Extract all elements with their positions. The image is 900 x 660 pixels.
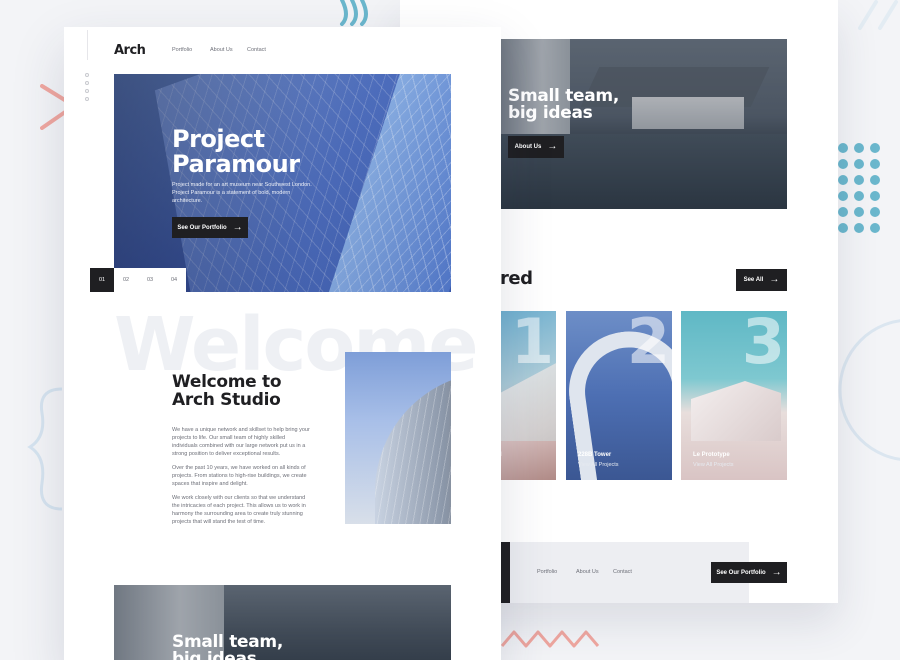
team-heading: Small team, big ideas (508, 88, 648, 122)
nav-link-contact[interactable]: Contact (247, 47, 266, 53)
welcome-image (345, 352, 451, 524)
decorative-blue-arcs (340, 0, 368, 26)
nav-link-portfolio[interactable]: Portfolio (172, 47, 192, 53)
welcome-heading-line2: Arch Studio (172, 390, 281, 410)
welcome-paragraph-2: Over the past 10 years, we have worked o… (172, 465, 307, 487)
social-icon[interactable] (85, 89, 89, 93)
card-link[interactable]: View All Projects (578, 462, 619, 468)
arrow-right-icon: → (771, 566, 782, 578)
featured-card-3[interactable]: 3 Le Prototype View All Projects (681, 311, 787, 480)
card-number: 3 (741, 311, 785, 378)
card-link[interactable]: View All Projects (693, 462, 734, 468)
footer-link-portfolio[interactable]: Portfolio (537, 569, 557, 575)
hero-title-line1: Project (172, 125, 265, 153)
team-hero-image (500, 39, 787, 209)
slider-pagination: 01 02 03 04 (90, 268, 186, 292)
slide-tab-4[interactable]: 04 (162, 268, 186, 292)
welcome-heading-line1: Welcome to (172, 372, 282, 392)
decorative-pink-zigzag (500, 630, 600, 648)
logo[interactable]: Arch (114, 43, 146, 58)
header-divider (87, 30, 88, 60)
footer-link-about[interactable]: About Us (576, 569, 599, 575)
slide-tab-1[interactable]: 01 (90, 268, 114, 292)
footer-accent-bar (500, 542, 510, 603)
see-portfolio-button[interactable]: See Our Portfolio → (172, 217, 248, 238)
hero-description: Project made for an art museum near Sout… (172, 182, 312, 204)
bottom-team-heading: Small team, big ideas (172, 634, 342, 660)
social-icon[interactable] (85, 81, 89, 85)
see-all-button-label: See All (743, 277, 764, 283)
footer-link-contact[interactable]: Contact (613, 569, 632, 575)
about-us-button[interactable]: About Us → (508, 136, 564, 158)
hero-title: Project Paramour (172, 127, 342, 177)
card-number: 2 (626, 311, 670, 378)
slide-tab-2[interactable]: 02 (114, 268, 138, 292)
card-name: 228B Tower (578, 452, 612, 458)
bottom-team-heading-line2: big ideas (172, 649, 257, 660)
arrow-right-icon: → (232, 221, 243, 233)
social-icon[interactable] (85, 97, 89, 101)
welcome-paragraph-1: We have a unique network and skillset to… (172, 427, 310, 457)
team-heading-line2: big ideas (508, 103, 593, 123)
decorative-dot-grid (838, 143, 880, 233)
arrow-right-icon: → (769, 274, 780, 285)
about-us-button-label: About Us (514, 144, 542, 150)
footer-portfolio-button-label: See Our Portfolio (716, 569, 766, 576)
featured-heading: red (500, 268, 533, 289)
featured-card-1[interactable]: 1 d (500, 311, 556, 480)
slide-tab-3[interactable]: 03 (138, 268, 162, 292)
decorative-brace-outline (27, 387, 63, 511)
social-icon[interactable] (85, 73, 89, 77)
see-all-button[interactable]: See All → (736, 269, 787, 291)
decorative-blue-slashes (858, 0, 898, 30)
nav-link-about[interactable]: About Us (210, 47, 233, 53)
footer-portfolio-button[interactable]: See Our Portfolio → (711, 562, 787, 583)
hero-title-line2: Paramour (172, 150, 300, 178)
decorative-circle-outline (838, 319, 900, 461)
card-name: Le Prototype (693, 452, 730, 458)
welcome-paragraph-3: We work closely with our clients so that… (172, 495, 306, 525)
welcome-heading: Welcome to Arch Studio (172, 373, 342, 409)
see-portfolio-button-label: See Our Portfolio (177, 224, 227, 231)
featured-card-2[interactable]: 2 228B Tower View All Projects (566, 311, 672, 480)
card-number: 1 (510, 311, 554, 378)
arrow-right-icon: → (547, 141, 558, 152)
